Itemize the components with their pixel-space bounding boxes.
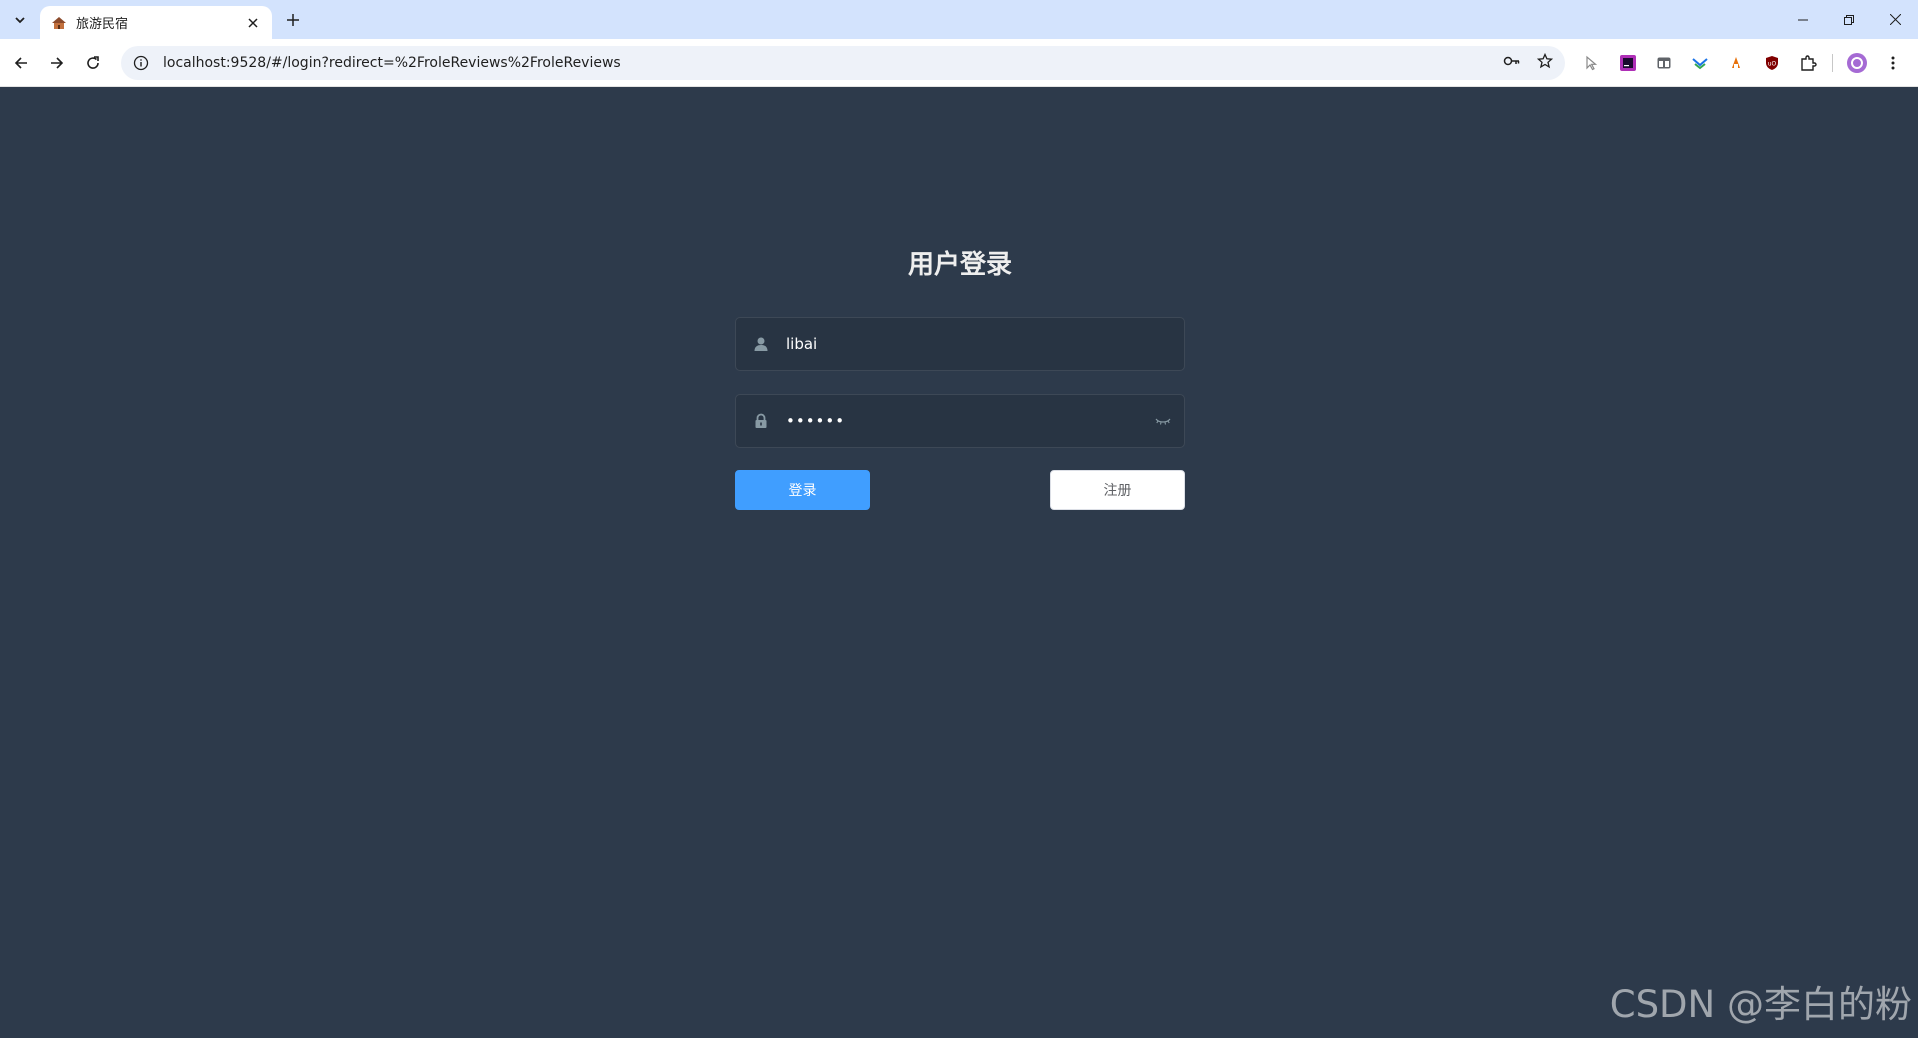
cursor-extension-icon[interactable] <box>1580 51 1604 75</box>
login-button[interactable]: 登录 <box>735 470 870 510</box>
minimize-button[interactable] <box>1780 0 1826 39</box>
register-button[interactable]: 注册 <box>1050 470 1185 510</box>
eye-closed-icon[interactable] <box>1152 410 1174 432</box>
page-title: 用户登录 <box>907 250 1012 280</box>
arrow-left-icon <box>14 57 27 69</box>
arrow-right-icon <box>51 57 64 69</box>
avatar[interactable] <box>1845 51 1869 75</box>
sidepanel-icon[interactable] <box>1652 51 1676 75</box>
feishu-extension-icon[interactable] <box>1688 51 1712 75</box>
browser-toolbar: localhost:9528/#/login?redirect=%2FroleR… <box>0 39 1918 87</box>
password-input[interactable]: •••••• <box>786 395 1152 447</box>
ublock-extension-icon[interactable]: uO <box>1760 51 1784 75</box>
watermark: CSDN @李白的粉 <box>1609 983 1912 1026</box>
address-bar[interactable]: localhost:9528/#/login?redirect=%2FroleR… <box>121 46 1565 80</box>
plus-icon <box>287 14 299 26</box>
toolbar-divider <box>1832 54 1833 72</box>
star-icon[interactable] <box>1536 52 1554 73</box>
key-icon[interactable] <box>1503 52 1521 74</box>
more-menu-icon[interactable] <box>1881 51 1905 75</box>
close-window-button[interactable] <box>1872 0 1918 39</box>
tab-search-button[interactable] <box>8 10 32 30</box>
url-text[interactable]: localhost:9528/#/login?redirect=%2FroleR… <box>163 55 1503 71</box>
user-icon <box>750 333 772 355</box>
browser-tab[interactable]: 旅游民宿 <box>40 6 272 39</box>
minimize-icon <box>1798 19 1808 20</box>
login-page: 用户登录 •••••• 登录 注册 CSDN @李白的粉 <box>0 87 1918 1038</box>
chevron-down-icon <box>15 17 25 24</box>
username-input[interactable] <box>786 318 1184 370</box>
close-icon <box>1889 14 1901 25</box>
tab-title: 旅游民宿 <box>76 17 129 32</box>
puzzle-extensions-icon[interactable] <box>1796 51 1820 75</box>
svg-text:uO: uO <box>1768 61 1777 68</box>
password-field[interactable]: •••••• <box>735 394 1185 448</box>
house-icon <box>50 14 68 32</box>
extensions-row: uO <box>1580 51 1905 75</box>
restore-button[interactable] <box>1826 0 1872 39</box>
tab-strip: 旅游民宿 <box>0 0 1918 39</box>
jetbrains-extension-icon[interactable] <box>1616 51 1640 75</box>
close-icon[interactable] <box>244 14 262 32</box>
lock-icon <box>750 410 772 432</box>
info-icon[interactable] <box>131 53 151 73</box>
fire-extension-icon[interactable] <box>1724 51 1748 75</box>
reload-button[interactable] <box>81 51 105 75</box>
username-field[interactable] <box>735 317 1185 371</box>
restore-icon <box>1844 14 1854 25</box>
back-button[interactable] <box>9 51 33 75</box>
forward-button[interactable] <box>45 51 69 75</box>
window-controls <box>1780 0 1918 39</box>
new-tab-button[interactable] <box>282 9 304 31</box>
reload-icon <box>87 56 99 69</box>
